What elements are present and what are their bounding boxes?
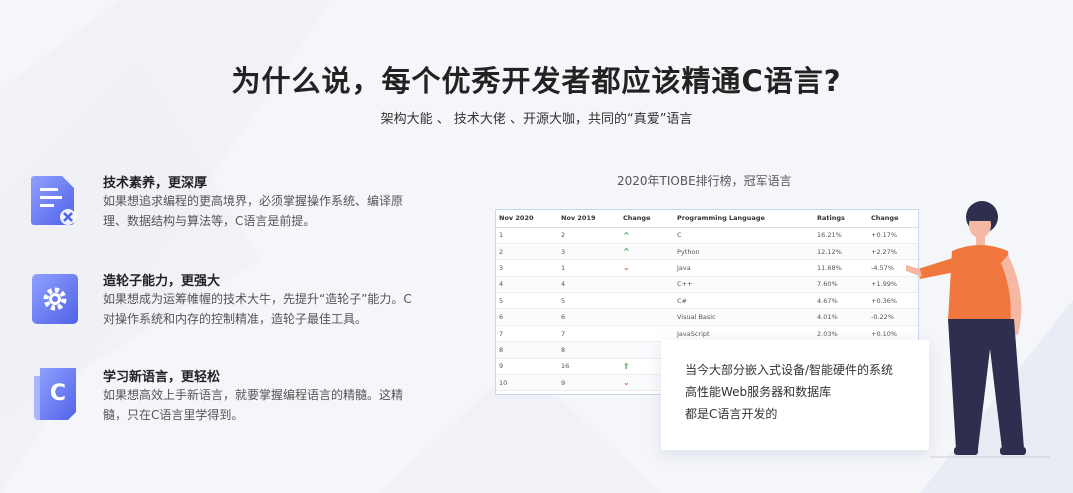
svg-text:C: C	[50, 381, 66, 406]
table-header-row: Nov 2020 Nov 2019 Change Programming Lan…	[496, 210, 918, 228]
cell-language: C	[674, 227, 814, 244]
cell-language: C++	[674, 276, 814, 294]
cell-rating: 4.01%	[814, 308, 868, 326]
cell-rank-prev: 4	[558, 276, 620, 294]
cell-rating: 11.68%	[814, 259, 868, 277]
cell-language: C#	[674, 292, 814, 310]
cell-rank-now: 10	[496, 374, 558, 392]
feature-title: 造轮子能力，更强大	[103, 274, 221, 289]
table-row: 5 5 C# 4.67% +0.36%	[496, 292, 918, 310]
callout-line: 高性能Web服务器和数据库	[685, 385, 832, 399]
table-row: 3 1 ⌄ Java 11.68% -4.57%	[496, 259, 918, 277]
cell-rank-prev: 7	[558, 325, 620, 343]
cell-change-arrow	[620, 308, 674, 326]
table-row: 1 2 ^ C 16.21% +0.17%	[496, 227, 918, 244]
callout-line: 都是C语言开发的	[685, 407, 778, 421]
cell-rank-now: 2	[496, 243, 558, 261]
feature-description: 如果想高效上手新语言，就要掌握编程语言的精髓。这精髓，只在C语言里学得到。	[103, 388, 404, 422]
column-header: Nov 2020	[496, 210, 558, 228]
feature-title: 学习新语言，更轻松	[103, 370, 221, 385]
feature-description: 如果想成为运筹帷幄的技术大牛，先提升“造轮子”能力。C对操作系统和内存的控制精准…	[103, 292, 412, 326]
cell-rank-prev: 1	[558, 259, 620, 277]
cell-rank-prev: 16	[558, 358, 620, 376]
cell-rank-now: 1	[496, 227, 558, 244]
arrow-up-icon: ^	[623, 230, 630, 240]
cell-rank-now: 3	[496, 259, 558, 277]
cell-rank-prev: 8	[558, 341, 620, 359]
cell-rank-now: 6	[496, 308, 558, 326]
feature-item-technical-literacy: 技术素养，更深厚 如果想追求编程的更高境界，必须掌握操作系统、编译原理、数据结构…	[30, 172, 420, 242]
page-title: 为什么说，每个优秀开发者都应该精通C语言?	[231, 64, 842, 98]
arrow-down-icon: ⌄	[623, 378, 630, 388]
page-subtitle: 架构大能 、 技术大佬 、开源大咖，共同的“真爱”语言	[380, 112, 693, 127]
cell-language: Visual Basic	[674, 308, 814, 326]
cell-rating: 16.21%	[814, 227, 868, 244]
cell-rank-prev: 5	[558, 292, 620, 310]
presenter-illustration	[906, 201, 1050, 458]
cell-rank-prev: 2	[558, 227, 620, 244]
table-row: 4 4 C++ 7.60% +1.99%	[496, 276, 918, 294]
cell-change-arrow: ^	[620, 243, 674, 261]
feature-title: 技术素养，更深厚	[103, 176, 208, 191]
cell-language: Java	[674, 259, 814, 277]
c-language-icon: C	[34, 368, 76, 420]
table-row: 2 3 ^ Python 12.12% +2.27%	[496, 243, 918, 261]
cell-rank-prev: 3	[558, 243, 620, 261]
column-header: Change	[620, 210, 674, 228]
column-header: Nov 2019	[558, 210, 620, 228]
arrow-up-icon: ⇑	[623, 361, 630, 371]
cell-change-arrow: ^	[620, 227, 674, 244]
cell-change-arrow: ⌄	[620, 259, 674, 277]
document-tools-icon	[31, 176, 76, 225]
cell-rank-now: 8	[496, 341, 558, 359]
feature-item-learn-languages: C 学习新语言，更轻松 如果想高效上手新语言，就要掌握编程语言的精髓。这精髓，只…	[30, 366, 420, 436]
cell-rank-now: 9	[496, 358, 558, 376]
cell-rank-prev: 6	[558, 308, 620, 326]
arrow-down-icon: ⌄	[623, 263, 630, 273]
callout-line: 当今大部分嵌入式设备/智能硬件的系统	[685, 363, 894, 377]
feature-item-wheel-building: 造轮子能力，更强大 如果想成为运筹帷幄的技术大牛，先提升“造轮子”能力。C对操作…	[30, 270, 420, 340]
cell-change-arrow	[620, 276, 674, 294]
cell-rank-now: 5	[496, 292, 558, 310]
gear-icon	[32, 274, 78, 324]
tiobe-caption: 2020年TIOBE排行榜，冠军语言	[617, 174, 792, 188]
cell-rank-now: 4	[496, 276, 558, 294]
cell-rating: 4.67%	[814, 292, 868, 310]
c-usage-callout: 当今大部分嵌入式设备/智能硬件的系统 高性能Web服务器和数据库 都是C语言开发…	[661, 340, 929, 450]
column-header: Programming Language	[674, 210, 814, 228]
cell-language: Python	[674, 243, 814, 261]
table-row: 6 6 Visual Basic 4.01% -0.22%	[496, 308, 918, 326]
feature-description: 如果想追求编程的更高境界，必须掌握操作系统、编译原理、数据结构与算法等，C语言是…	[103, 194, 404, 228]
cell-rank-now: 7	[496, 325, 558, 343]
column-header: Ratings	[814, 210, 868, 228]
cell-rating: 12.12%	[814, 243, 868, 261]
cell-change-arrow	[620, 292, 674, 310]
cell-rating: 7.60%	[814, 276, 868, 294]
arrow-up-icon: ^	[623, 247, 630, 257]
cell-rank-prev: 9	[558, 374, 620, 392]
